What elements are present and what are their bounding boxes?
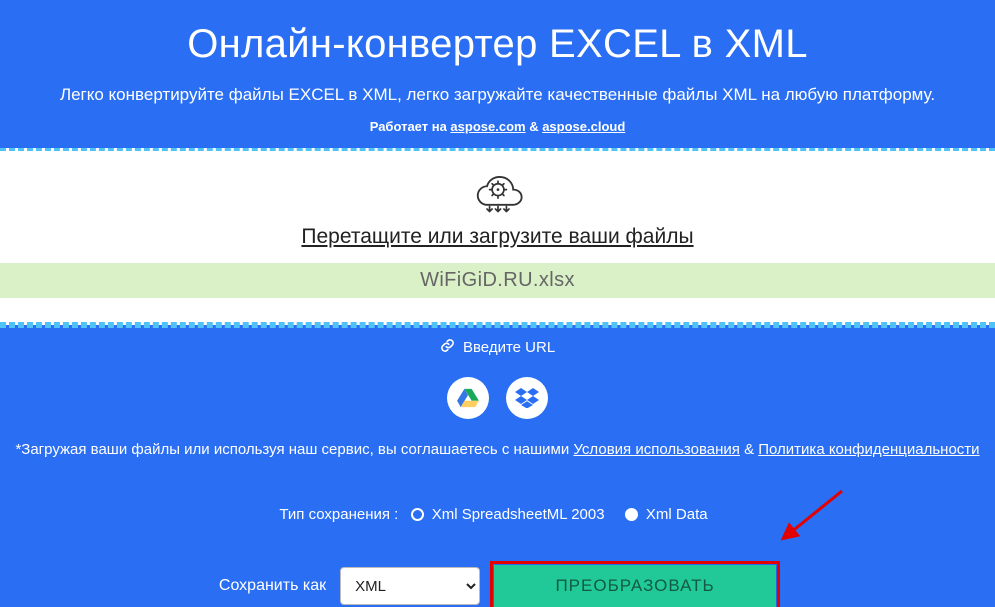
action-row: Сохранить как XML ПРЕОБРАЗОВАТЬ bbox=[0, 565, 995, 607]
powered-link-aspose-cloud[interactable]: aspose.cloud bbox=[542, 119, 625, 134]
terms-link[interactable]: Условия использования bbox=[573, 441, 740, 458]
link-icon bbox=[440, 338, 455, 357]
disclaimer-line: *Загружая ваши файлы или используя наш с… bbox=[0, 441, 995, 458]
save-type-option1-text: Xml SpreadsheetML 2003 bbox=[432, 506, 605, 523]
save-type-radio-spreadsheetml[interactable] bbox=[411, 508, 424, 521]
convert-button[interactable]: ПРЕОБРАЗОВАТЬ bbox=[494, 565, 776, 607]
google-drive-button[interactable] bbox=[447, 377, 489, 419]
upload-cloud-icon bbox=[471, 171, 525, 215]
disclaimer-prefix: *Загружая ваши файлы или используя наш с… bbox=[15, 441, 573, 458]
uploaded-file-name: WiFiGiD.RU.xlsx bbox=[0, 263, 995, 298]
save-type-row: Тип сохранения : Xml SpreadsheetML 2003 … bbox=[0, 506, 995, 523]
powered-sep-amp: & bbox=[526, 119, 543, 134]
powered-line: Работает на aspose.com & aspose.cloud bbox=[0, 119, 995, 134]
drop-prompt-text: Перетащите или загрузите ваши файлы bbox=[0, 225, 995, 249]
save-type-label: Тип сохранения : bbox=[279, 506, 398, 523]
save-type-option-spreadsheetml[interactable]: Xml SpreadsheetML 2003 bbox=[411, 506, 609, 523]
privacy-link[interactable]: Политика конфиденциальности bbox=[758, 441, 979, 458]
file-drop-area[interactable]: Перетащите или загрузите ваши файлы WiFi… bbox=[0, 148, 995, 325]
page-subtitle: Легко конвертируйте файлы EXCEL в XML, л… bbox=[0, 85, 995, 105]
url-input-trigger[interactable]: Введите URL bbox=[0, 325, 995, 363]
powered-link-aspose-com[interactable]: aspose.com bbox=[450, 119, 525, 134]
url-input-label: Введите URL bbox=[463, 339, 555, 356]
cloud-storage-row bbox=[0, 377, 995, 419]
save-as-label: Сохранить как bbox=[219, 577, 326, 595]
save-type-option2-text: Xml Data bbox=[646, 506, 708, 523]
save-type-radio-xmldata[interactable] bbox=[625, 508, 638, 521]
save-type-option-xmldata[interactable]: Xml Data bbox=[625, 506, 708, 523]
dropbox-button[interactable] bbox=[506, 377, 548, 419]
page-title: Онлайн-конвертер EXCEL в XML bbox=[0, 0, 995, 67]
drop-panel-spacer bbox=[0, 298, 995, 322]
disclaimer-sep-amp: & bbox=[740, 441, 758, 458]
output-format-select[interactable]: XML bbox=[340, 567, 480, 605]
powered-prefix: Работает на bbox=[370, 119, 451, 134]
